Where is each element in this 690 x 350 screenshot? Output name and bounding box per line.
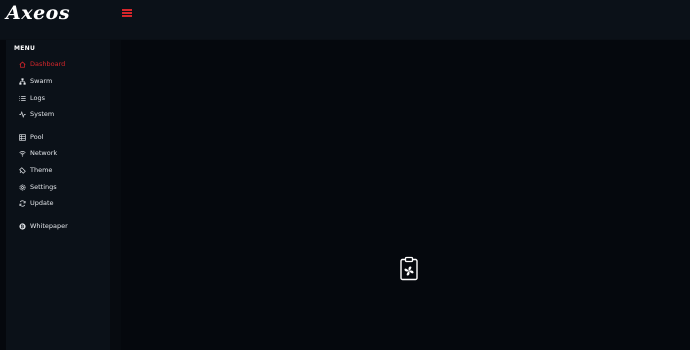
sidebar-item-system[interactable]: System [18, 108, 54, 120]
sidebar-item-logs[interactable]: Logs [18, 92, 45, 104]
pulse-icon [18, 110, 26, 118]
sidebar-divider [110, 40, 121, 350]
sidebar-item-label: Dashboard [30, 60, 66, 68]
sidebar-item-dashboard[interactable]: Dashboard [18, 58, 65, 70]
sidebar-item-label: Logs [30, 94, 45, 102]
main-content [121, 40, 690, 350]
server-icon [18, 133, 26, 141]
refresh-icon [18, 199, 26, 207]
sidebar-item-label: Pool [30, 133, 44, 141]
sidebar-item-label: Theme [30, 166, 53, 174]
brand-logo[interactable]: Axeos [6, 2, 70, 24]
network-tree-icon [18, 77, 26, 85]
sidebar-item-label: Update [30, 199, 54, 207]
sidebar-item-label: Settings [30, 183, 57, 191]
sidebar-item-theme[interactable]: Theme [18, 164, 52, 176]
sidebar-item-label: Whitepaper [30, 222, 68, 230]
sidebar: MENU Dashboard Swarm Logs System Pool Ne… [6, 40, 110, 350]
sidebar-item-label: Network [30, 149, 58, 157]
menu-heading: MENU [14, 45, 36, 52]
palette-icon [18, 166, 26, 174]
list-icon [18, 94, 26, 102]
sidebar-item-update[interactable]: Update [18, 197, 54, 209]
sidebar-item-settings[interactable]: Settings [18, 181, 57, 193]
clipboard-fan-icon [398, 256, 420, 282]
gear-icon [18, 183, 26, 191]
sidebar-item-pool[interactable]: Pool [18, 131, 43, 143]
sidebar-item-label: System [30, 110, 55, 118]
wifi-icon [18, 149, 26, 157]
sidebar-item-whitepaper[interactable]: ₿ Whitepaper [18, 220, 68, 232]
sidebar-item-swarm[interactable]: Swarm [18, 75, 52, 87]
bitcoin-icon: ₿ [18, 222, 26, 230]
hamburger-icon[interactable] [122, 8, 134, 18]
sidebar-item-network[interactable]: Network [18, 147, 57, 159]
sidebar-item-label: Swarm [30, 77, 53, 85]
top-bar: Axeos [0, 0, 690, 40]
home-icon [18, 60, 26, 68]
